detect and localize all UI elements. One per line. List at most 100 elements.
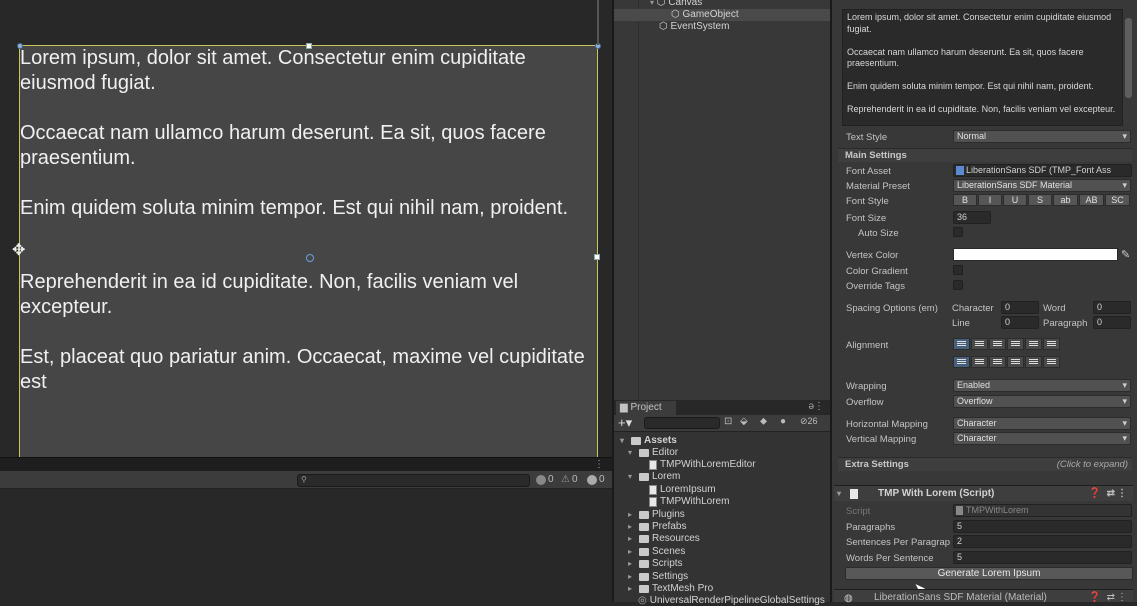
vertical-mapping-dropdown[interactable]: Character [953,432,1131,445]
tmp-with-lorem-component-header[interactable]: ▾ TMP With Lorem (Script) ❓ ⇄ ⋮ [834,485,1133,501]
hierarchy-item-canvas[interactable]: ▾ ⬡ Canvas [650,0,702,8]
color-gradient-toggle[interactable] [953,265,963,275]
project-search-input[interactable] [644,417,720,429]
tree-item-resources[interactable]: ▸ Resources [628,533,700,544]
words-per-sentence-field[interactable]: 5 [953,551,1132,564]
align-middle-icon[interactable] [971,356,988,368]
material-component-header[interactable]: ◍ LiberationSans SDF Material (Material)… [834,589,1133,605]
align-left-icon[interactable] [953,338,970,350]
tree-item-textmeshpro[interactable]: ▸ TextMesh Pro [628,583,713,594]
strikethrough-button[interactable]: S [1028,194,1052,206]
component-menu-icon[interactable]: ⋮ [1117,590,1127,605]
tree-item-scenes[interactable]: ▸ Scenes [628,546,685,557]
tree-item-urp-settings[interactable]: ◎ UniversalRenderPipelineGlobalSettings [638,595,825,606]
tree-item-tmpwithlorem[interactable]: TMPWithLorem [649,496,729,507]
script-icon [649,459,657,470]
material-preset-dropdown[interactable]: LiberationSans SDF Material [953,179,1131,192]
override-tags-toggle[interactable] [953,280,963,290]
console-log-area[interactable] [0,489,612,602]
hierarchy-item-gameobject[interactable]: ⬡ GameObject [671,9,739,20]
text-scrollbar[interactable] [1125,18,1132,98]
align-midline-icon[interactable] [1025,356,1042,368]
folder-open-icon [639,472,649,481]
character-spacing-field[interactable]: 0 [1001,301,1039,314]
sentences-per-paragraph-field[interactable]: 2 [953,535,1132,548]
search-by-label-icon[interactable]: ⬙ [740,416,748,427]
tree-item-plugins[interactable]: ▸ Plugins [628,509,685,520]
scene-view[interactable]: Lorem ipsum, dolor sit amet. Consectetur… [0,0,612,457]
align-baseline-icon[interactable] [1007,356,1024,368]
align-justified-icon[interactable] [1007,338,1024,350]
lowercase-button[interactable]: ab [1053,194,1078,206]
align-center-icon[interactable] [971,338,988,350]
search-by-type-icon[interactable]: ⊡ [724,416,732,427]
tree-item-scripts[interactable]: ▸ Scripts [628,558,683,569]
console-info-toggle[interactable]: 0 [587,474,605,485]
folder-icon [639,522,649,531]
component-menu-icon[interactable]: ⋮ [1117,486,1127,501]
console-warning-toggle[interactable]: ⚠ 0 [561,474,578,485]
eyedropper-icon[interactable]: ✎ [1121,248,1130,261]
word-spacing-field[interactable]: 0 [1093,301,1131,314]
main-settings-header: Main Settings [838,148,1132,162]
text-style-dropdown[interactable]: Normal [953,130,1131,143]
paragraph-spacing-field[interactable]: 0 [1093,316,1131,329]
folder-icon [639,534,649,543]
console-error-toggle[interactable]: 0 [536,474,554,485]
tab-project[interactable]: ▆ Project [616,401,676,415]
align-capline-icon[interactable] [1043,356,1060,368]
underline-button[interactable]: U [1003,194,1027,206]
console-search-input[interactable]: ⚲ [297,474,530,487]
uppercase-button[interactable]: AB [1079,194,1104,206]
generate-lorem-ipsum-button[interactable]: Generate Lorem Ipsum [845,567,1133,580]
cube-icon: ⬡ [671,9,680,20]
tree-item-settings[interactable]: ▸ Settings [628,571,688,582]
align-flush-icon[interactable] [1025,338,1042,350]
rect-handle-top-left[interactable] [17,43,23,49]
tag-icon[interactable]: ⬥ [760,416,767,427]
vertex-color-swatch[interactable] [953,248,1118,261]
foldout-arrow-icon[interactable]: ▾ [837,486,841,501]
align-geometry-center-icon[interactable] [1043,338,1060,350]
text-rect[interactable] [19,45,598,457]
font-asset-field[interactable]: LiberationSans SDF (TMP_Font Ass [953,164,1132,177]
align-right-icon[interactable] [989,338,1006,350]
tree-item-assets[interactable]: ▾ Assets [620,435,677,446]
help-icon[interactable]: ❓ [1089,590,1101,605]
auto-size-toggle[interactable] [953,227,963,237]
pivot-handle[interactable] [306,254,314,262]
tree-item-tmpwithloremeditor[interactable]: TMPWithLoremEditor [649,459,756,470]
help-icon[interactable]: ❓ [1089,486,1101,501]
extra-settings-header[interactable]: Extra Settings (Click to expand) [838,457,1132,471]
paragraphs-field[interactable]: 5 [953,520,1132,533]
tree-item-loremipsum[interactable]: LoremIpsum [649,484,716,495]
rect-handle-top[interactable] [306,43,312,49]
align-top-icon[interactable] [953,356,970,368]
alert-icon[interactable]: ● [780,416,786,427]
tree-item-editor[interactable]: ▾ Editor [628,447,678,458]
horizontal-mapping-dropdown[interactable]: Character [953,417,1131,430]
rect-handle-right[interactable] [594,254,600,260]
preset-icon[interactable]: ⇄ [1107,590,1115,605]
wrapping-dropdown[interactable]: Enabled [953,379,1131,392]
add-asset-button[interactable]: +▾ [618,415,632,430]
overflow-dropdown[interactable]: Overflow [953,395,1131,408]
font-size-field[interactable]: 36 [953,211,991,224]
console-menu-icon[interactable]: ⋮ [594,459,604,470]
project-menu-icon[interactable]: ⋮ [814,401,824,412]
italic-button[interactable]: I [978,194,1002,206]
smallcaps-button[interactable]: SC [1105,194,1130,206]
text-input-area[interactable]: Lorem ipsum, dolor sit amet. Consectetur… [842,9,1123,126]
align-bottom-icon[interactable] [989,356,1006,368]
bold-button[interactable]: B [953,194,977,206]
word-spacing-label: Word [1043,303,1066,314]
tree-item-prefabs[interactable]: ▸ Prefabs [628,521,686,532]
tree-item-lorem[interactable]: ▾ Lorem [628,471,680,482]
info-icon [587,474,597,485]
font-asset-label: Font Asset [846,166,891,177]
line-spacing-field[interactable]: 0 [1001,316,1039,329]
preset-icon[interactable]: ⇄ [1107,486,1115,501]
hierarchy-item-eventsystem[interactable]: ⬡ EventSystem [659,21,729,32]
hidden-packages-toggle[interactable]: ⊘26 [800,416,818,427]
vertical-mapping-label: Vertical Mapping [846,434,917,445]
